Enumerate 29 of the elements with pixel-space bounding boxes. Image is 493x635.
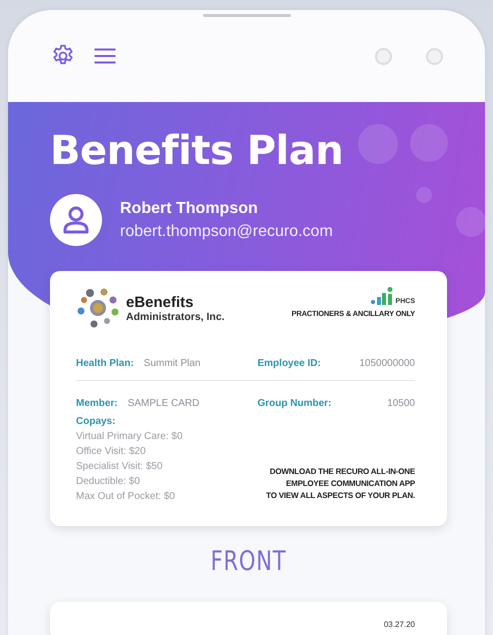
copay-item: Deductible: $0 bbox=[76, 476, 141, 487]
camera-lens-icon bbox=[375, 48, 392, 64]
network-logo-icon bbox=[370, 287, 393, 305]
page-title: Benefits Plan bbox=[50, 127, 344, 176]
company-name: eBenefits bbox=[126, 294, 195, 310]
company-subtitle: Administrators, Inc. bbox=[126, 310, 225, 322]
promo-text: DOWNLOAD THE RECURO ALL-IN-ONE bbox=[270, 467, 415, 476]
copays-heading: Copays: bbox=[76, 416, 116, 427]
copay-item: Specialist Visit: $50 bbox=[76, 461, 164, 472]
sensor-icon bbox=[426, 48, 443, 64]
user-name: Robert Thompson bbox=[120, 200, 259, 218]
field-label: Employee ID: bbox=[258, 358, 321, 369]
field-label: Health Plan: bbox=[76, 358, 134, 369]
field-value: 10500 bbox=[387, 398, 415, 409]
field-value: Summit Plan bbox=[144, 358, 200, 369]
copay-item: Office Visit: $20 bbox=[76, 446, 147, 457]
field-value: SAMPLE CARD bbox=[128, 398, 200, 409]
copay-item: Virtual Primary Care: $0 bbox=[76, 431, 183, 442]
card-date: 03.27.20 bbox=[384, 620, 415, 631]
field-label: Member: bbox=[76, 398, 118, 409]
company-logo-icon bbox=[76, 287, 120, 329]
avatar-icon bbox=[50, 194, 102, 246]
user-email: robert.thompson@recuro.com bbox=[120, 222, 333, 240]
promo-text: TO VIEW ALL ASPECTS OF YOUR PLAN. bbox=[266, 491, 415, 500]
copay-item: Max Out of Pocket: $0 bbox=[76, 491, 176, 502]
field-label: Group Number: bbox=[258, 398, 332, 409]
promo-text: EMPLOYEE COMMUNICATION APP bbox=[286, 479, 415, 488]
field-value: 1050000000 bbox=[359, 358, 415, 369]
card-side-label: FRONT bbox=[210, 546, 288, 577]
